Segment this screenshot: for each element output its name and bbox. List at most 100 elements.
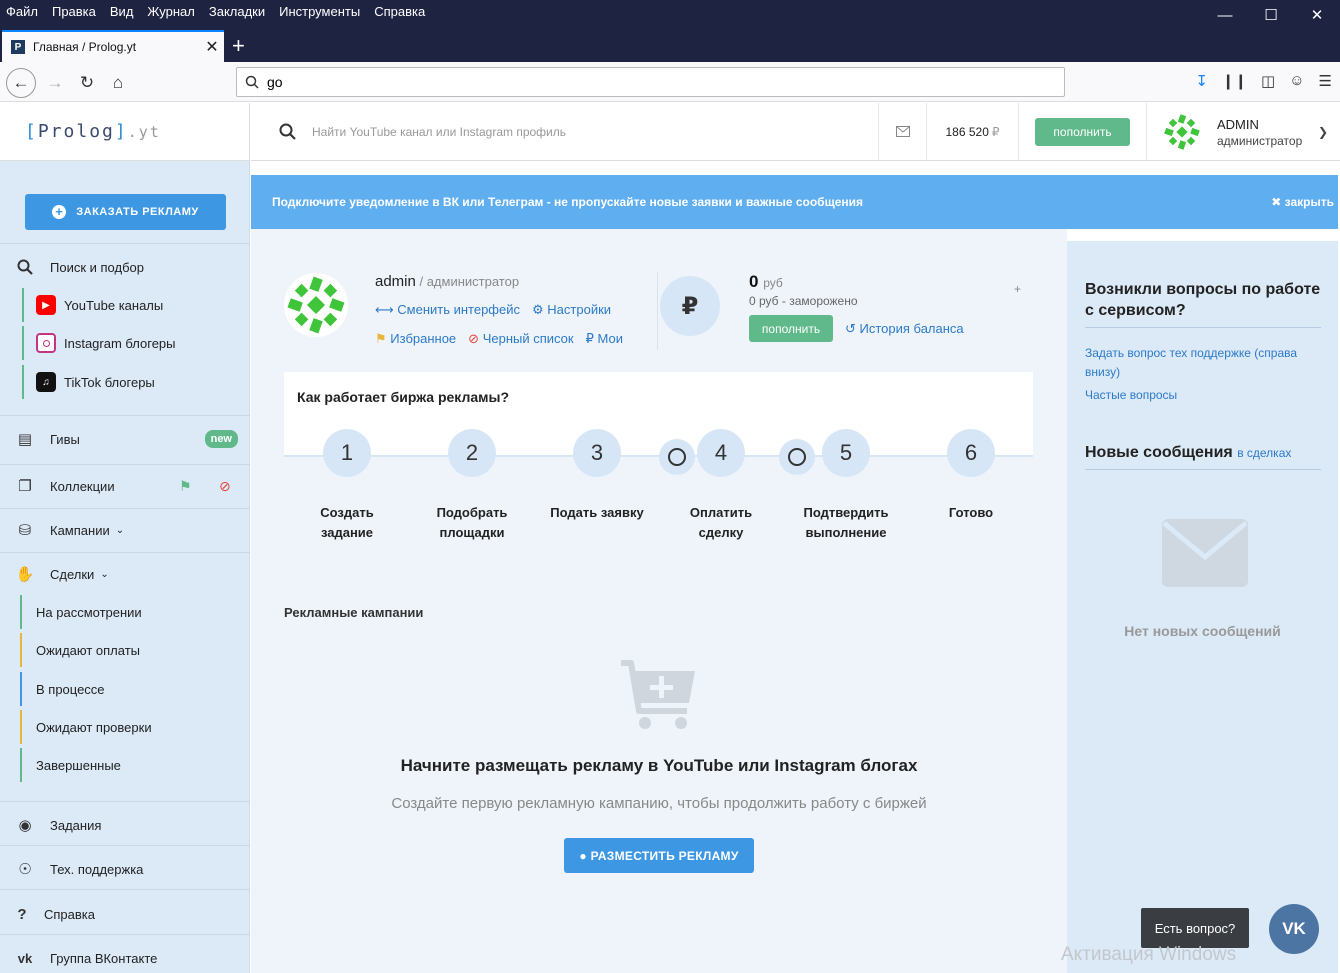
settings-link[interactable]: ⚙ Настройки — [532, 302, 611, 318]
deal-item-awaiting-check[interactable]: Ожидают проверки — [20, 710, 250, 744]
profile-links-row1: ⟷ Сменить интерфейс ⚙ Настройки — [375, 302, 611, 318]
back-icon[interactable]: ← — [6, 68, 36, 98]
deal-item-review[interactable]: На рассмотрении — [20, 595, 250, 629]
user-menu[interactable]: ADMIN администратор ❯ — [1146, 103, 1340, 161]
favorites-link[interactable]: ⚑ Избранное — [375, 331, 456, 347]
target-icon: ◉ — [18, 817, 32, 834]
sidebar-item-gives[interactable]: ▤ Гивы new — [0, 427, 250, 451]
mine-link[interactable]: ₽ Мои — [586, 331, 623, 347]
deal-item-in-progress[interactable]: В процессе — [20, 672, 250, 706]
new-tab-icon[interactable]: + — [232, 33, 245, 59]
divider — [0, 889, 250, 890]
deal-item-awaiting-payment[interactable]: Ожидают оплаты — [20, 633, 250, 667]
step-number: 3 — [573, 429, 621, 477]
menu-history[interactable]: Журнал — [140, 0, 201, 20]
menu-bookmarks[interactable]: Закладки — [202, 0, 272, 20]
step-label: Создать задание — [320, 505, 374, 540]
account-icon[interactable]: ☺ — [1289, 72, 1304, 90]
vk-chat-button[interactable]: VK — [1269, 904, 1319, 954]
hamburger-menu-icon[interactable]: ☰ — [1319, 72, 1332, 90]
sidebar-item-search[interactable]: Поиск и подбор — [0, 257, 250, 277]
balance-unit: руб — [763, 276, 783, 290]
blacklist-link[interactable]: ⊘ Черный список — [468, 331, 573, 347]
sidebar-item-collections[interactable]: ❐ Коллекции ⚑ ⊘ — [0, 475, 250, 497]
logo-bracket-close: ] — [114, 121, 128, 142]
sidebar-item-instagram[interactable]: Instagram блогеры — [22, 326, 250, 360]
logo-text: Prolog — [37, 121, 115, 142]
home-icon[interactable]: ⌂ — [103, 68, 133, 98]
ask-support-link[interactable]: Задать вопрос тех поддержке (справа вниз… — [1085, 344, 1325, 382]
menu-tools[interactable]: Инструменты — [272, 0, 367, 20]
menu-help[interactable]: Справка — [367, 0, 432, 20]
deal-item-label: На рассмотрении — [36, 604, 142, 620]
sidebar-icon[interactable]: ◫ — [1261, 72, 1275, 90]
header-topup-button[interactable]: пополнить — [1035, 117, 1130, 146]
balance-topup-button[interactable]: пополнить — [749, 315, 833, 342]
deal-item-label: В процессе — [36, 681, 105, 697]
ban-icon[interactable]: ⊘ — [219, 478, 231, 495]
profile-name: admin / администратор — [375, 273, 519, 290]
notification-banner: Подключите уведомление в ВК или Телеграм… — [251, 175, 1338, 229]
chevron-down-icon: ⌄ — [115, 524, 125, 536]
reload-icon[interactable]: ↻ — [72, 68, 102, 98]
step-label: Подать заявку — [550, 505, 644, 520]
sidebar-item-help[interactable]: ? Справка — [0, 903, 250, 925]
sidebar-item-campaigns[interactable]: ⛁ Кампании ⌄ — [0, 519, 250, 541]
logo-bracket-open: [ — [25, 121, 38, 142]
sidebar-item-support[interactable]: ☉ Тех. поддержка — [0, 858, 250, 880]
sidebar-item-tasks[interactable]: ◉ Задания — [0, 814, 250, 836]
close-window-icon[interactable]: ✕ — [1294, 0, 1340, 30]
settings-label: Настройки — [547, 302, 612, 317]
forward-icon[interactable]: → — [40, 68, 70, 98]
sidebar-item-tiktok[interactable]: ♫ TikTok блогеры — [22, 365, 250, 399]
mail-button[interactable] — [878, 103, 926, 161]
avatar — [1162, 111, 1202, 152]
download-icon[interactable]: ↧ — [1195, 72, 1208, 90]
faq-link[interactable]: Частые вопросы — [1085, 388, 1177, 402]
tab-main[interactable]: P Главная / Prolog.yt ✕ — [2, 30, 224, 62]
mine-label: Мои — [597, 331, 623, 346]
place-ad-button[interactable]: ● РАЗМЕСТИТЬ РЕКЛАМУ — [564, 838, 754, 873]
search-icon — [0, 259, 50, 275]
step-number: 1 — [323, 429, 371, 477]
step-number: 4 — [697, 429, 745, 477]
bookmark-icon[interactable]: ⚑ — [179, 478, 192, 495]
sidebar-item-deals[interactable]: ✋ Сделки ⌄ — [0, 563, 250, 585]
notification-close[interactable]: ✖ закрыть — [1271, 195, 1334, 209]
divider — [0, 934, 250, 935]
sidebar-item-youtube[interactable]: ▶ YouTube каналы — [22, 288, 250, 322]
deal-item-completed[interactable]: Завершенные — [20, 748, 250, 782]
expand-plus[interactable]: + — [1014, 282, 1021, 296]
menu-edit[interactable]: Правка — [45, 0, 103, 20]
menu-view[interactable]: Вид — [103, 0, 141, 20]
balance-value: 0 руб — [749, 272, 783, 292]
handshake-icon: ✋ — [15, 566, 35, 583]
site-logo[interactable]: [Prolog] .yt — [0, 103, 250, 161]
library-icon[interactable]: ❙❙ — [1222, 72, 1247, 90]
switch-interface-link[interactable]: ⟷ Сменить интерфейс — [375, 302, 520, 318]
url-bar[interactable] — [236, 67, 1065, 97]
sidebar-item-label: Тех. поддержка — [50, 861, 144, 877]
tab-title: Главная / Prolog.yt — [33, 40, 137, 54]
order-ad-button[interactable]: + ЗАКАЗАТЬ РЕКЛАМУ — [25, 194, 226, 230]
deal-item-label: Ожидают проверки — [36, 719, 152, 735]
menu-file[interactable]: Файл — [0, 0, 45, 20]
divider — [0, 801, 250, 802]
blacklist-label: Черный список — [482, 331, 574, 346]
tab-close-icon[interactable]: ✕ — [200, 37, 224, 57]
search-icon — [279, 123, 296, 140]
step-number: 6 — [947, 429, 995, 477]
balance-history-link[interactable]: ↺ История баланса — [845, 321, 964, 337]
browser-toolbar: ↧ ❙❙ ◫ ☺ ☰ — [1195, 72, 1332, 90]
chevron-down-icon: ⌄ — [100, 568, 109, 580]
search-icon — [245, 75, 259, 89]
sidebar-item-label: Поиск и подбор — [50, 259, 144, 275]
ruble-icon: ₽ — [585, 331, 594, 346]
url-input[interactable] — [267, 74, 967, 90]
channel-search-input[interactable] — [312, 124, 792, 139]
minimize-icon[interactable]: — — [1202, 0, 1248, 30]
maximize-icon[interactable]: ☐ — [1248, 0, 1294, 30]
divider — [1085, 327, 1321, 328]
bookmark-icon: ⚑ — [375, 331, 387, 346]
sidebar-item-vk[interactable]: vk Группа ВКонтакте — [0, 947, 250, 969]
